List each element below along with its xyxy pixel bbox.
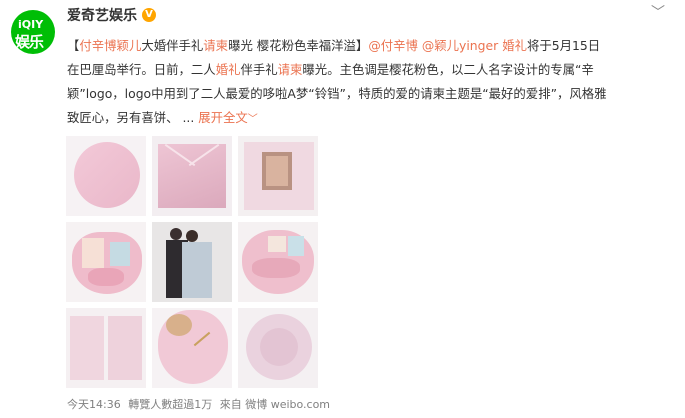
topic-link-invitation[interactable]: 请柬 xyxy=(203,38,228,53)
weibo-post: iQIY 娱乐 爱奇艺娱乐 V ﹀ 【付辛博颖儿大婚伴手礼请柬曝光 樱花粉色幸福… xyxy=(0,0,685,418)
mention-link-fuxinbo[interactable]: @付辛博 xyxy=(368,38,418,53)
mention-link-yinger[interactable]: @颖儿yinger xyxy=(422,38,498,53)
post-footer: 今天14:36 轉覽人數超過1万 來自 微博 weibo.com xyxy=(67,396,334,412)
post-text-segment: 在巴厘岛举行。日前，二人 xyxy=(67,62,216,77)
topic-link-wedding-2[interactable]: 婚礼 xyxy=(216,62,241,77)
post-text-segment: 大婚伴手礼 xyxy=(141,38,204,53)
post-text-segment: 伴手礼 xyxy=(240,62,278,77)
expand-full-text-link[interactable]: 展开全文 xyxy=(198,110,248,125)
post-text: 【付辛博颖儿大婚伴手礼请柬曝光 樱花粉色幸福洋溢】@付辛博 @颖儿yinger … xyxy=(67,34,667,130)
post-time[interactable]: 今天14:36 xyxy=(67,398,121,411)
account-name[interactable]: 爱奇艺娱乐 xyxy=(67,5,137,25)
post-source: 來自 微博 weibo.com xyxy=(219,398,331,411)
post-text-segment: 将于5月15日 xyxy=(526,38,601,53)
photo-grid xyxy=(66,136,318,388)
post-text-line-2: 在巴厘岛举行。日前，二人婚礼伴手礼请柬曝光。主色调是樱花粉色，以二人名字设计的专… xyxy=(67,58,667,82)
verified-badge-icon: V xyxy=(142,8,156,22)
photo-thumbnail[interactable] xyxy=(152,222,232,302)
topic-link-couple[interactable]: 付辛博颖儿 xyxy=(79,38,141,53)
photo-thumbnail[interactable] xyxy=(238,136,318,216)
post-text-segment: 曝光。主色调是樱花粉色，以二人名字设计的专属“辛 xyxy=(302,62,594,77)
photo-thumbnail[interactable] xyxy=(152,136,232,216)
topic-link-invitation-2[interactable]: 请柬 xyxy=(278,62,303,77)
chevron-down-icon[interactable]: ﹀ xyxy=(248,114,258,125)
account-avatar[interactable]: iQIY 娱乐 xyxy=(11,10,55,54)
post-text-line-1: 【付辛博颖儿大婚伴手礼请柬曝光 樱花粉色幸福洋溢】@付辛博 @颖儿yinger … xyxy=(67,34,667,58)
photo-thumbnail[interactable] xyxy=(152,308,232,388)
photo-thumbnail[interactable] xyxy=(66,308,146,388)
topic-link-wedding[interactable]: 婚礼 xyxy=(502,38,527,53)
post-text-segment: 颖”logo，logo中用到了二人最爱的哆啦A梦“铃铛”，特质的爱的请柬主题是“… xyxy=(67,86,607,101)
avatar-logo-text: iQIY xyxy=(18,18,44,31)
avatar-logo-text-2: 娱乐 xyxy=(15,33,44,51)
post-text-segment: 致匠心，另有喜饼、 ... xyxy=(67,110,199,125)
chevron-down-icon[interactable]: ﹀ xyxy=(651,2,665,22)
post-text-line-4: 致匠心，另有喜饼、 ... 展开全文﹀ xyxy=(67,106,667,130)
photo-thumbnail[interactable] xyxy=(66,136,146,216)
post-text-segment: 曝光 樱花粉色幸福洋溢】 xyxy=(228,38,369,53)
photo-thumbnail[interactable] xyxy=(66,222,146,302)
post-text-line-3: 颖”logo，logo中用到了二人最爱的哆啦A梦“铃铛”，特质的爱的请柬主题是“… xyxy=(67,82,667,106)
post-text-segment: 【 xyxy=(67,38,80,53)
photo-thumbnail[interactable] xyxy=(238,222,318,302)
photo-thumbnail[interactable] xyxy=(238,308,318,388)
read-count: 轉覽人數超過1万 xyxy=(128,398,213,411)
